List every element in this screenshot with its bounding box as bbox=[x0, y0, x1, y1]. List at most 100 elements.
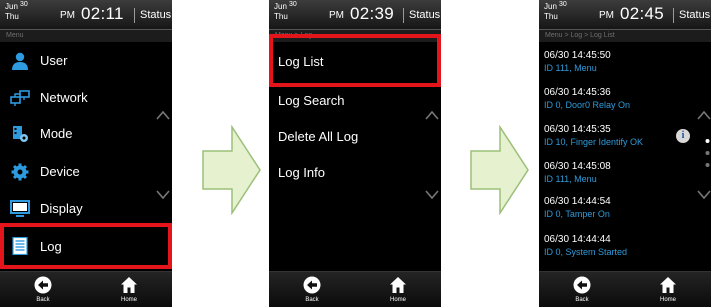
date-day: 30 bbox=[289, 1, 297, 8]
log-description: ID 0, Tamper On bbox=[544, 209, 610, 219]
home-label: Home bbox=[120, 297, 137, 303]
log-entry[interactable]: 06/30 14:45:50 ID 111, Menu bbox=[544, 50, 694, 84]
menu-item-display[interactable]: Display bbox=[0, 191, 172, 227]
log-info-label: Log Info bbox=[278, 165, 325, 180]
log-datetime: 06/30 14:45:35 bbox=[544, 124, 611, 135]
log-search-item[interactable]: Log Search bbox=[269, 90, 441, 126]
log-icon bbox=[12, 237, 28, 255]
menu-screen: Jun 30 Thu PM 02:11 Status ▾ Menu User N… bbox=[0, 0, 172, 307]
delete-all-log-label: Delete All Log bbox=[278, 129, 359, 144]
bottom-nav: Back Home bbox=[539, 271, 711, 307]
home-icon bbox=[660, 277, 676, 293]
home-label: Home bbox=[659, 297, 676, 303]
status-bar: Jun 30 Thu PM 02:39 Status ▾ bbox=[269, 0, 441, 30]
date-weekday: Thu bbox=[5, 12, 19, 21]
log-list-screen: Jun 30 Thu PM 02:45 Status ▾ Menu > Log … bbox=[539, 0, 711, 307]
user-icon bbox=[12, 52, 28, 70]
log-datetime: 06/30 14:45:08 bbox=[544, 161, 611, 172]
scroll-up-icon[interactable] bbox=[697, 110, 711, 120]
menu-item-log[interactable]: Log bbox=[0, 223, 172, 269]
date-day: 30 bbox=[559, 1, 567, 8]
menu-item-device[interactable]: Device bbox=[0, 154, 172, 190]
home-button[interactable]: Home bbox=[355, 272, 441, 307]
scroll-down-icon[interactable] bbox=[156, 190, 170, 200]
scroll-up-icon[interactable] bbox=[425, 110, 439, 120]
clock-time: 02:45 bbox=[620, 4, 665, 23]
home-button[interactable]: Home bbox=[86, 272, 172, 307]
clock-time: 02:39 bbox=[350, 4, 395, 23]
log-entry[interactable]: 06/30 14:45:36 ID 0, Door0 Relay On bbox=[544, 87, 694, 121]
time-ampm: PM bbox=[329, 10, 344, 21]
status-divider bbox=[673, 8, 674, 23]
bottom-nav: Back Home bbox=[0, 271, 172, 307]
menu-item-label: Network bbox=[40, 90, 88, 105]
date-weekday: Thu bbox=[544, 12, 558, 21]
menu-item-mode[interactable]: Mode bbox=[0, 116, 172, 152]
home-icon bbox=[121, 277, 137, 293]
log-entry[interactable]: 06/30 14:44:54 ID 0, Tamper On bbox=[544, 196, 694, 230]
time-ampm: PM bbox=[599, 10, 614, 21]
page-indicator-dots bbox=[705, 139, 710, 167]
home-label: Home bbox=[389, 297, 406, 303]
status-dropdown[interactable]: Status ▾ bbox=[140, 8, 172, 21]
back-arrow-icon bbox=[303, 276, 321, 294]
status-divider bbox=[134, 8, 135, 23]
log-search-label: Log Search bbox=[278, 93, 345, 108]
back-arrow-icon bbox=[573, 276, 591, 294]
log-menu-screen: Jun 30 Thu PM 02:39 Status ▾ Menu > Log … bbox=[269, 0, 441, 307]
log-datetime: 06/30 14:44:44 bbox=[544, 234, 611, 245]
date-month: Jun bbox=[544, 2, 557, 11]
home-icon bbox=[390, 277, 406, 293]
flow-arrow-icon bbox=[202, 125, 261, 215]
menu-item-user[interactable]: User bbox=[0, 43, 172, 79]
back-button[interactable]: Back bbox=[269, 272, 355, 307]
menu-item-label: Device bbox=[40, 164, 80, 179]
status-divider bbox=[403, 8, 404, 23]
log-description: ID 111, Menu bbox=[544, 63, 597, 73]
status-bar: Jun 30 Thu PM 02:45 Status ▾ bbox=[539, 0, 711, 30]
scroll-down-icon[interactable] bbox=[697, 190, 711, 200]
back-label: Back bbox=[36, 297, 50, 303]
back-arrow-icon bbox=[34, 276, 52, 294]
flow-arrow-icon bbox=[470, 125, 529, 215]
bottom-nav: Back Home bbox=[269, 271, 441, 307]
log-info-item[interactable]: Log Info bbox=[269, 164, 441, 200]
status-dropdown[interactable]: Status ▾ bbox=[409, 8, 441, 21]
back-button[interactable]: Back bbox=[539, 272, 625, 307]
scroll-down-icon[interactable] bbox=[425, 190, 439, 200]
home-button[interactable]: Home bbox=[625, 272, 711, 307]
menu-item-label: User bbox=[40, 53, 68, 68]
log-description: ID 0, Door0 Relay On bbox=[544, 100, 631, 110]
time-ampm: PM bbox=[60, 10, 75, 21]
log-entry[interactable]: 06/30 14:45:08 ID 111, Menu bbox=[544, 161, 694, 195]
back-button[interactable]: Back bbox=[0, 272, 86, 307]
log-description: ID 111, Menu bbox=[544, 174, 597, 184]
scroll-up-icon[interactable] bbox=[156, 110, 170, 120]
date-weekday: Thu bbox=[274, 12, 288, 21]
back-label: Back bbox=[575, 297, 589, 303]
menu-item-network[interactable]: Network bbox=[0, 80, 172, 116]
log-description: ID 10, Finger Identify OK bbox=[544, 137, 644, 147]
date-month: Jun bbox=[5, 2, 18, 11]
menu-item-label: Mode bbox=[40, 126, 73, 141]
log-entry[interactable]: 06/30 14:45:35 ID 10, Finger Identify OK bbox=[544, 124, 694, 158]
log-entry[interactable]: 06/30 14:44:44 ID 0, System Started bbox=[544, 234, 694, 268]
device-gear-icon bbox=[11, 163, 29, 181]
display-icon bbox=[10, 200, 30, 217]
mode-icon bbox=[13, 126, 28, 142]
log-datetime: 06/30 14:45:36 bbox=[544, 87, 611, 98]
info-icon[interactable]: i bbox=[676, 129, 690, 143]
log-description: ID 0, System Started bbox=[544, 247, 628, 257]
network-icon bbox=[10, 90, 30, 106]
breadcrumb: Menu > Log > Log List bbox=[539, 30, 711, 42]
delete-all-log-item[interactable]: Delete All Log bbox=[269, 127, 441, 163]
log-list-label: Log List bbox=[278, 54, 324, 69]
breadcrumb: Menu bbox=[0, 30, 172, 42]
date-day: 30 bbox=[20, 1, 28, 8]
menu-item-label: Display bbox=[40, 201, 83, 216]
log-datetime: 06/30 14:44:54 bbox=[544, 196, 611, 207]
back-label: Back bbox=[305, 297, 319, 303]
status-dropdown[interactable]: Status ▾ bbox=[679, 8, 711, 21]
status-bar: Jun 30 Thu PM 02:11 Status ▾ bbox=[0, 0, 172, 30]
log-list-item[interactable]: Log List bbox=[269, 34, 441, 87]
